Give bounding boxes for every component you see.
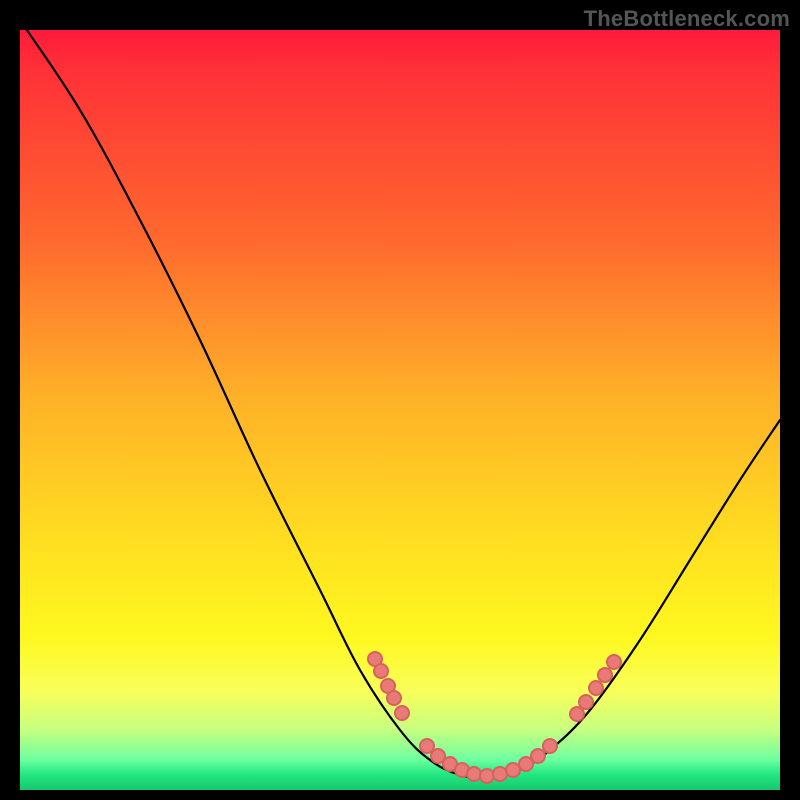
curve-svg xyxy=(20,30,780,790)
watermark-text: TheBottleneck.com xyxy=(584,6,790,32)
curve-marker xyxy=(607,655,621,669)
curve-markers xyxy=(368,652,621,783)
curve-marker xyxy=(531,749,545,763)
curve-marker xyxy=(387,691,401,705)
chart-frame: TheBottleneck.com xyxy=(0,0,800,800)
curve-marker xyxy=(543,739,557,753)
curve-marker xyxy=(395,706,409,720)
curve-marker xyxy=(467,767,481,781)
curve-marker xyxy=(506,763,520,777)
curve-marker xyxy=(589,681,603,695)
curve-marker xyxy=(493,767,507,781)
plot-area xyxy=(20,30,780,790)
curve-marker xyxy=(374,664,388,678)
curve-marker xyxy=(570,707,584,721)
bottleneck-curve xyxy=(20,30,780,778)
curve-marker xyxy=(579,695,593,709)
curve-marker xyxy=(480,769,494,783)
curve-marker xyxy=(598,668,612,682)
